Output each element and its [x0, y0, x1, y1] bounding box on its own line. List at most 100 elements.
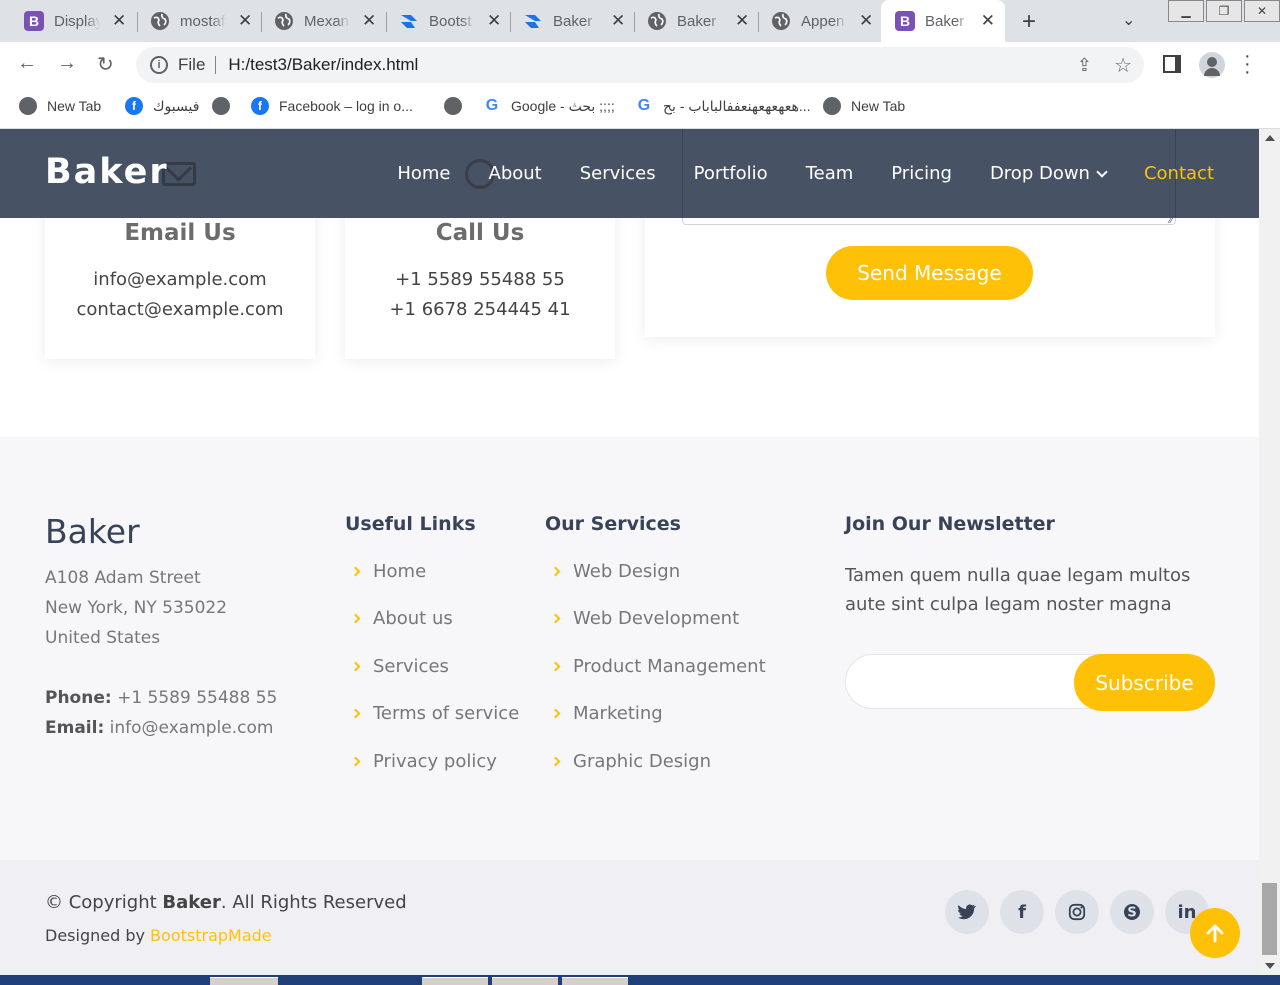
tab-8-active[interactable]: B Baker ✕	[881, 0, 1005, 42]
bookmark-item[interactable]: G Google - بحث ;;;;	[483, 97, 615, 115]
link-label: Terms of service	[373, 703, 520, 724]
link-label: Marketing	[573, 703, 663, 724]
nav-contact[interactable]: Contact	[1144, 163, 1214, 184]
link-label: Services	[373, 656, 449, 677]
close-window-button[interactable]: ✕	[1244, 0, 1280, 22]
subscribe-button[interactable]: Subscribe	[1074, 654, 1215, 711]
google-icon: G	[635, 97, 653, 115]
twitter-icon[interactable]	[945, 890, 989, 934]
taskbar-item[interactable]	[422, 977, 488, 985]
send-message-button[interactable]: Send Message	[826, 246, 1033, 300]
credits-label: Designed by	[45, 926, 145, 945]
window-controls: ▁ ❐ ✕	[1166, 0, 1280, 22]
footer-link[interactable]: About us	[345, 608, 453, 629]
scroll-down-icon[interactable]	[1265, 963, 1275, 969]
minimize-button[interactable]: ▁	[1168, 0, 1204, 22]
url-text[interactable]: H:/test3/Baker/index.html	[228, 55, 418, 75]
bookmark-item[interactable]: New Tab	[19, 97, 101, 115]
footer-link[interactable]: Privacy policy	[345, 751, 497, 772]
nav-services[interactable]: Services	[580, 163, 656, 184]
tab-search-icon[interactable]: ⌄	[1122, 10, 1135, 30]
chevron-right-icon	[550, 566, 561, 577]
bookmark-item[interactable]	[444, 97, 472, 115]
svg-text:S: S	[1127, 906, 1136, 921]
bookmark-label: Google - بحث ;;;;	[511, 97, 615, 114]
footer-link[interactable]: Marketing	[545, 703, 663, 724]
nav-pricing[interactable]: Pricing	[891, 163, 952, 184]
tab-5[interactable]: Baker ✕	[499, 0, 635, 42]
bookmark-star-icon[interactable]: ☆	[1114, 53, 1132, 78]
bookmark-label: Facebook – log in o...	[279, 98, 413, 114]
close-icon[interactable]: ✕	[112, 11, 126, 31]
side-panel-icon[interactable]	[1163, 55, 1181, 73]
bookmark-item[interactable]: G هعهعهعهنعففالباباب - بح...	[635, 97, 811, 115]
restore-button[interactable]: ❐	[1206, 0, 1242, 22]
close-icon[interactable]: ✕	[981, 11, 995, 31]
footer-link[interactable]: Terms of service	[345, 703, 519, 724]
profile-avatar[interactable]	[1199, 52, 1225, 78]
site-logo[interactable]: Baker	[45, 152, 169, 192]
footer-link[interactable]: Home	[345, 561, 426, 582]
nav-dropdown-label: Drop Down	[989, 163, 1090, 184]
taskbar-item[interactable]	[562, 977, 628, 985]
copyright: © Copyright Baker. All Rights Reserved	[45, 892, 407, 913]
card-title: Call Us	[435, 220, 525, 246]
bookmark-item[interactable]: f فيسبوك	[125, 97, 199, 115]
instagram-icon[interactable]	[1055, 890, 1099, 934]
copyright-prefix: © Copyright	[45, 892, 157, 913]
page-scrollbar[interactable]	[1259, 129, 1280, 975]
nav-about[interactable]: About	[489, 163, 542, 184]
footer-link[interactable]: Web Design	[545, 561, 680, 582]
scroll-up-icon[interactable]	[1265, 135, 1275, 141]
tab-3[interactable]: Mexan ✕	[250, 0, 386, 42]
address-line: A108 Adam Street	[45, 568, 201, 588]
tab-6[interactable]: Baker ✕	[623, 0, 759, 42]
close-icon[interactable]: ✕	[859, 11, 873, 31]
designer-link[interactable]: BootstrapMade	[150, 926, 272, 945]
nav-team[interactable]: Team	[806, 163, 854, 184]
bookmark-item[interactable]	[212, 97, 240, 115]
forward-icon[interactable]: →	[57, 52, 77, 75]
footer-link[interactable]: Services	[345, 656, 449, 677]
link-label: About us	[373, 608, 453, 629]
google-icon: G	[483, 97, 501, 115]
back-icon[interactable]: ←	[17, 52, 37, 75]
copyright-suffix: . All Rights Reserved	[220, 892, 407, 913]
browser-toolbar: ← → ↻ i File H:/test3/Baker/index.html ⇪…	[0, 42, 1280, 88]
nav-home[interactable]: Home	[397, 163, 450, 184]
kebab-menu-icon[interactable]: · · ·	[1244, 46, 1251, 82]
tab-label: Appen	[801, 12, 845, 30]
back-to-top-button[interactable]	[1190, 908, 1240, 958]
globe-icon	[647, 11, 667, 31]
link-label: Home	[373, 561, 427, 582]
address-bar[interactable]: i File H:/test3/Baker/index.html ⇪ ☆	[136, 47, 1144, 83]
reload-icon[interactable]: ↻	[97, 52, 114, 77]
tab-2[interactable]: mostaf ✕	[126, 0, 262, 42]
tab-4[interactable]: Bootst ✕	[375, 0, 511, 42]
scroll-thumb[interactable]	[1262, 883, 1277, 955]
chevron-right-icon	[550, 613, 561, 624]
bookmark-item[interactable]: New Tab	[823, 97, 905, 115]
tab-label: Display	[54, 12, 100, 30]
link-label: Privacy policy	[373, 751, 497, 772]
skype-icon[interactable]: S	[1110, 890, 1154, 934]
nav-portfolio[interactable]: Portfolio	[694, 163, 768, 184]
chevron-right-icon	[350, 661, 361, 672]
tab-1[interactable]: B Display ✕	[0, 0, 136, 42]
info-icon[interactable]: i	[150, 56, 168, 74]
card-line: contact@example.com	[76, 299, 284, 320]
taskbar-item[interactable]	[492, 977, 558, 985]
share-icon[interactable]: ⇪	[1077, 55, 1092, 76]
new-tab-button[interactable]: +	[1022, 8, 1036, 36]
taskbar-item[interactable]	[210, 977, 278, 985]
footer-link[interactable]: Product Management	[545, 656, 766, 677]
nav-dropdown[interactable]: Drop Down	[989, 163, 1108, 184]
link-label: Web Design	[573, 561, 681, 582]
facebook-icon[interactable]: f	[1000, 890, 1044, 934]
footer-link[interactable]: Graphic Design	[545, 751, 711, 772]
newsletter-email-input[interactable]	[864, 667, 1064, 697]
newsletter-form: Subscribe	[845, 654, 1215, 711]
footer-link[interactable]: Web Development	[545, 608, 739, 629]
tab-7[interactable]: Appen ✕	[747, 0, 883, 42]
bookmark-item[interactable]: f Facebook – log in o...	[251, 97, 413, 115]
